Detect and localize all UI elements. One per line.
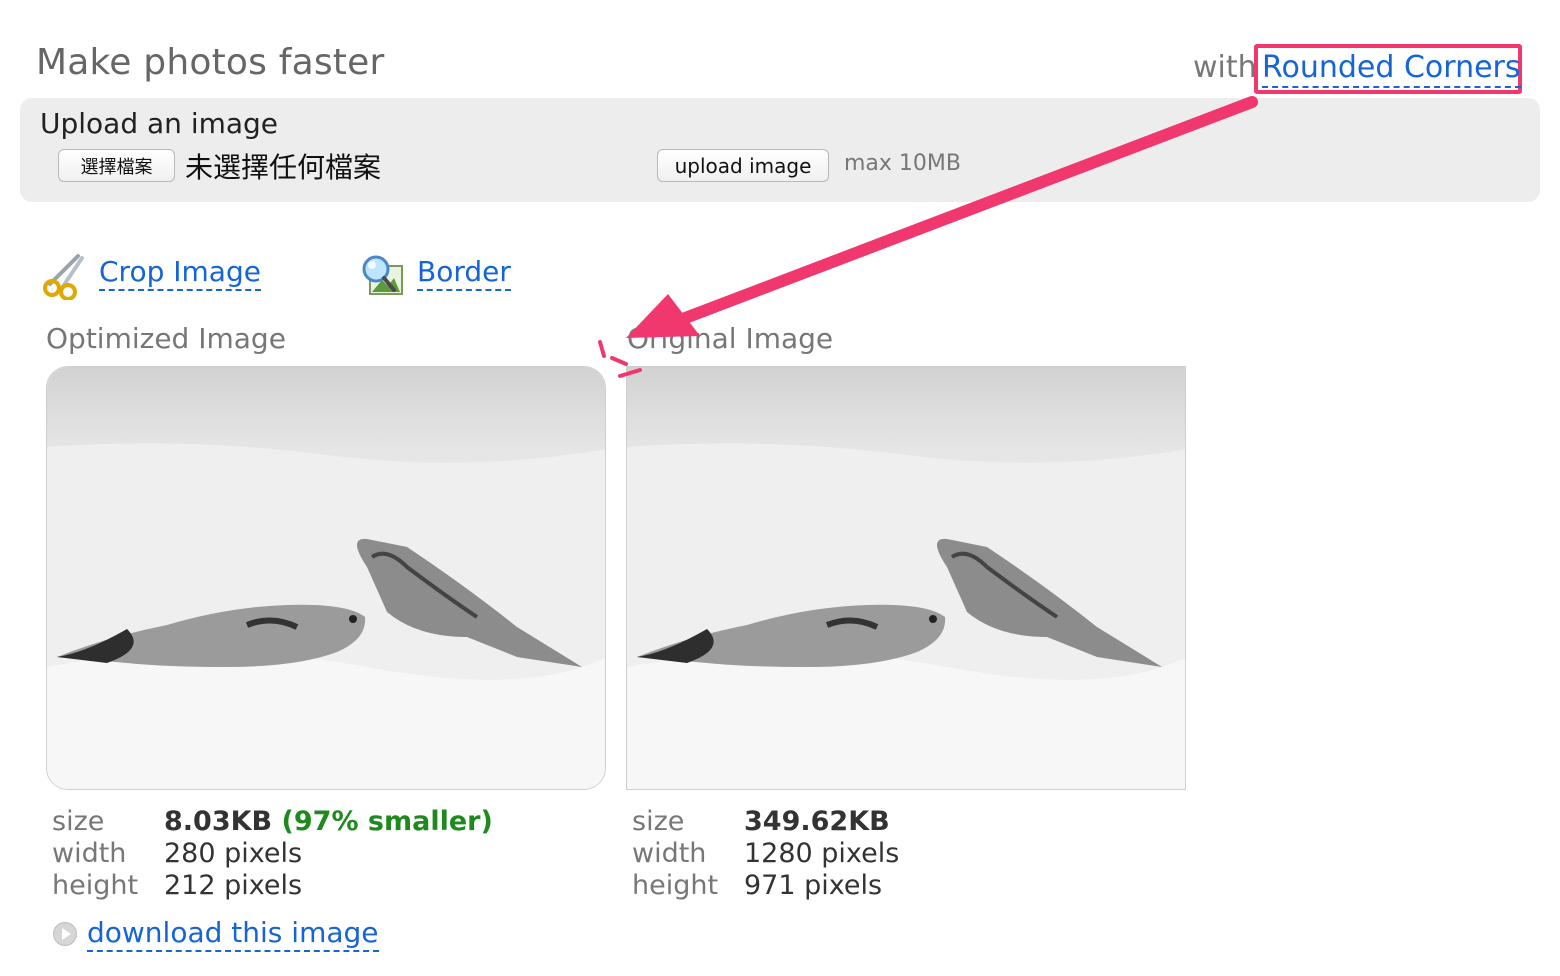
upload-label: Upload an image	[40, 107, 279, 140]
optimized-image	[46, 366, 606, 790]
height-label: height	[52, 870, 139, 901]
width-label: width	[632, 838, 707, 869]
rounded-corners-link[interactable]: Rounded Corners	[1262, 50, 1521, 88]
page-title: Make photos faster	[36, 42, 385, 83]
size-value: 8.03KB	[164, 806, 273, 837]
size-label: size	[632, 806, 685, 837]
original-image-info: size 349.62KB width 1280 pixels height 9…	[632, 806, 899, 902]
choose-file-button[interactable]: 選擇檔案	[58, 149, 175, 182]
original-image-title: Original Image	[627, 322, 834, 355]
border-link[interactable]: Border	[417, 255, 511, 291]
optimized-image-info: size 8.03KB (97% smaller) width 280 pixe…	[52, 806, 493, 902]
size-savings: (97% smaller)	[281, 806, 493, 837]
scissors-icon[interactable]	[42, 250, 88, 301]
width-label: width	[52, 838, 127, 869]
width-value: 280 pixels	[164, 838, 303, 869]
size-label: size	[52, 806, 105, 837]
play-circle-icon[interactable]	[53, 922, 77, 946]
no-file-selected-text: 未選擇任何檔案	[185, 151, 382, 184]
original-image	[626, 366, 1186, 790]
height-value: 212 pixels	[164, 870, 303, 901]
height-label: height	[632, 870, 719, 901]
width-value: 1280 pixels	[744, 838, 900, 869]
crop-image-link[interactable]: Crop Image	[99, 255, 261, 291]
optimized-image-title: Optimized Image	[46, 322, 286, 355]
max-size-note: max 10MB	[844, 151, 961, 176]
with-text: with	[1193, 50, 1257, 85]
magnifier-picture-icon[interactable]	[358, 252, 406, 298]
upload-image-button[interactable]: upload image	[657, 149, 829, 182]
size-value: 349.62KB	[744, 806, 890, 837]
download-image-link[interactable]: download this image	[87, 916, 379, 952]
height-value: 971 pixels	[744, 870, 883, 901]
